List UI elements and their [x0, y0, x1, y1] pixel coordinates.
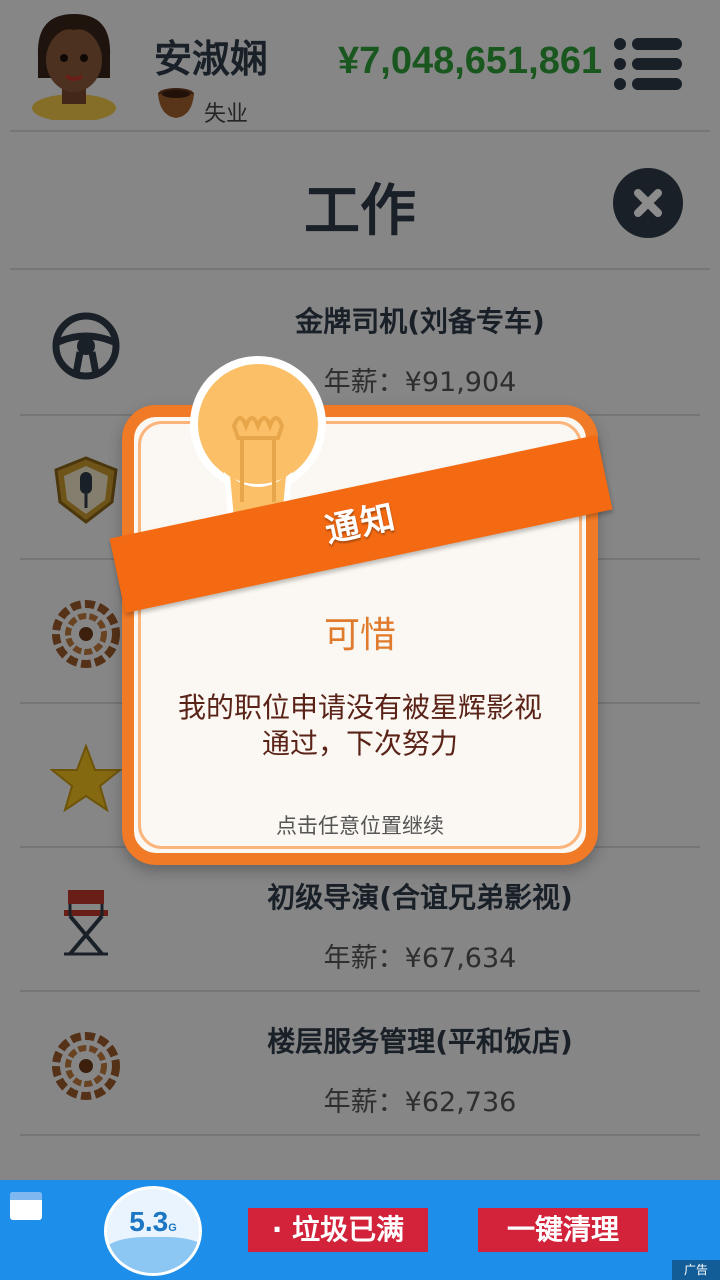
- dialog-heading: 可惜: [323, 615, 396, 656]
- dialog-message: 我的职位申请没有被星辉影视 通过，下次努力: [160, 690, 560, 762]
- ad-label: 广告: [672, 1260, 720, 1280]
- storage-unit: G: [168, 1222, 177, 1234]
- continue-hint: 点击任意位置继续: [276, 814, 444, 838]
- one-click-clean-button[interactable]: 一键清理: [478, 1208, 648, 1252]
- storage-value: 5.3G: [104, 1206, 202, 1238]
- storage-wave: [107, 1237, 199, 1273]
- dialog-message-line: 通过，下次努力: [261, 727, 458, 760]
- cleaner-app-icon: [10, 1192, 42, 1220]
- storage-number: 5.3: [129, 1206, 169, 1237]
- dialog-message-line: 我的职位申请没有被星辉影视: [177, 691, 542, 724]
- trash-full-button[interactable]: · 垃圾已满: [248, 1208, 428, 1252]
